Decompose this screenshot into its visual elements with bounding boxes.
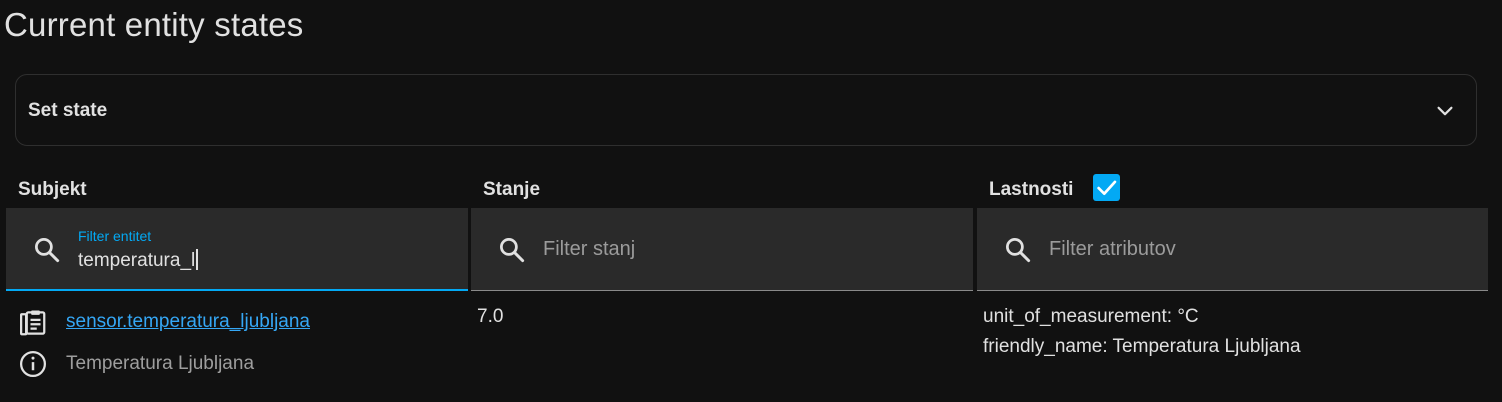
entity-filter-input[interactable]: Filter entitet temperatura_l [6, 208, 468, 291]
set-state-panel[interactable]: Set state [15, 74, 1477, 146]
column-header-attributes: Lastnosti [989, 179, 1074, 200]
state-filter-input[interactable]: Filter stanj [471, 208, 973, 291]
column-header-state: Stanje [483, 179, 541, 200]
attribute-line: unit_of_measurement: °C [983, 306, 1199, 327]
entity-filter-value[interactable]: temperatura_l [78, 249, 198, 272]
checkmark-icon [1097, 180, 1117, 196]
attribute-line: friendly_name: Temperatura Ljubljana [983, 336, 1301, 357]
entity-friendly-name: Temperatura Ljubljana [66, 353, 255, 374]
state-filter-placeholder: Filter stanj [543, 238, 636, 260]
chevron-down-icon[interactable] [1434, 100, 1456, 122]
attributes-checkbox[interactable] [1093, 174, 1120, 201]
attributes-filter-placeholder: Filter atributov [1049, 238, 1176, 260]
attributes-filter-input[interactable]: Filter atributov [977, 208, 1488, 291]
page-title: Current entity states [4, 6, 304, 43]
info-circle-icon[interactable] [18, 349, 48, 379]
entity-state-value: 7.0 [477, 306, 504, 327]
search-icon [35, 238, 60, 263]
entity-filter-label: Filter entitet [78, 228, 152, 244]
clipboard-icon[interactable] [18, 308, 48, 338]
search-icon [500, 238, 525, 263]
column-header-entity: Subjekt [18, 179, 87, 200]
set-state-label: Set state [28, 100, 108, 121]
search-icon [1006, 238, 1031, 263]
entity-id-link[interactable]: sensor.temperatura_ljubljana [66, 311, 310, 333]
